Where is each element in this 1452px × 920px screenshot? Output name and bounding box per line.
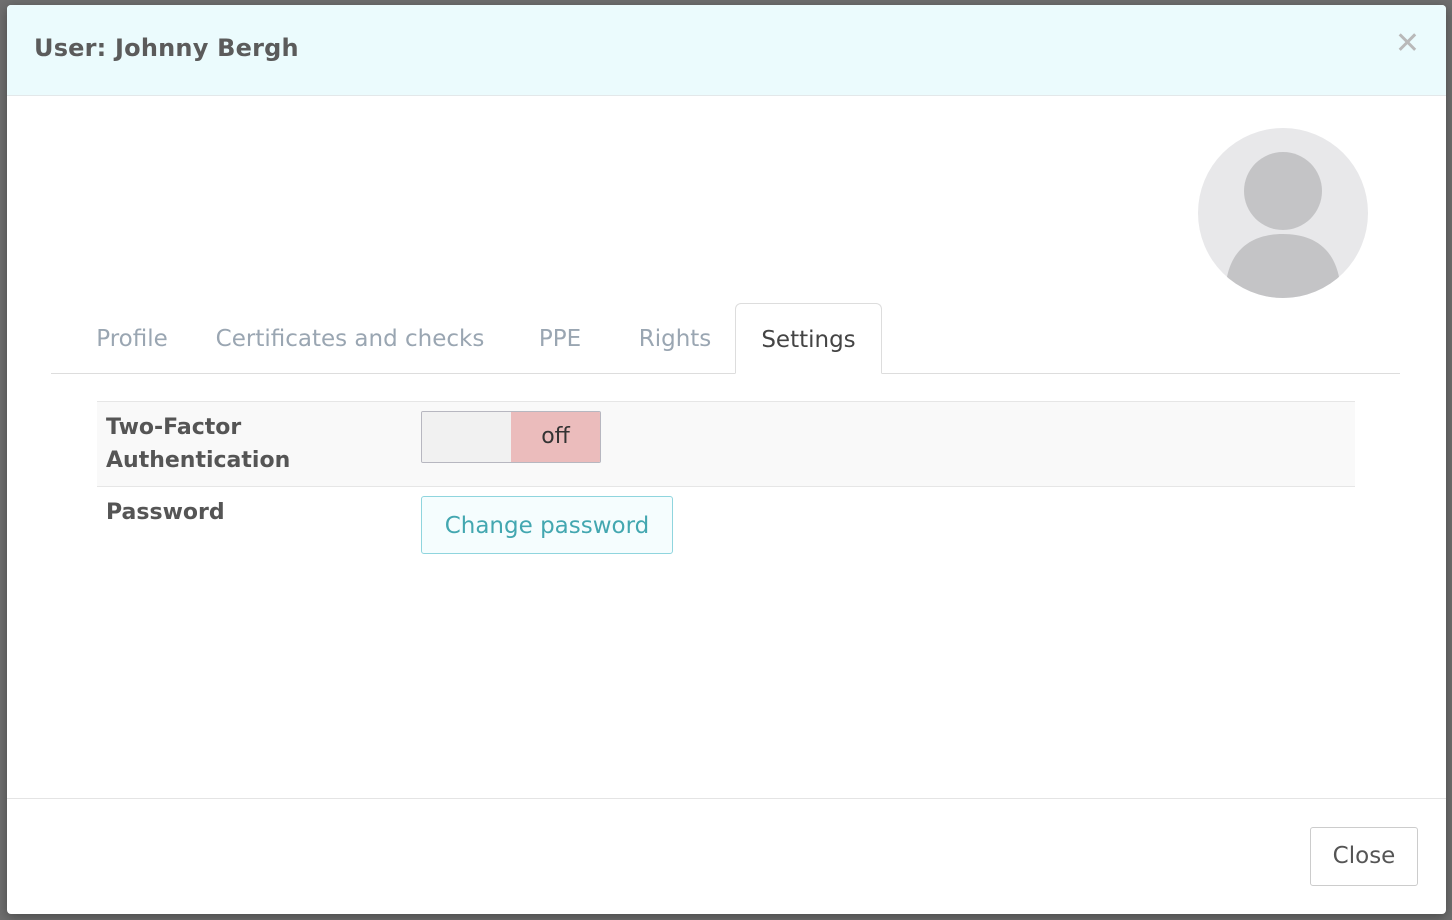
user-avatar-icon <box>1198 128 1368 298</box>
two-factor-label: Two-Factor Authentication <box>106 415 291 473</box>
close-button[interactable]: Close <box>1310 827 1418 886</box>
modal-header: User: Johnny Bergh ✕ <box>7 5 1446 96</box>
close-icon[interactable]: ✕ <box>1395 29 1420 59</box>
user-modal: User: Johnny Bergh ✕ Profile Certificate… <box>7 5 1446 914</box>
toggle-handle[interactable] <box>422 412 511 462</box>
tab-profile[interactable]: Profile <box>59 303 205 373</box>
tab-bar: Profile Certificates and checks PPE Righ… <box>51 303 1400 374</box>
toggle-off-label: off <box>511 412 600 462</box>
settings-row-password: Password Change password <box>97 487 1355 567</box>
tab-settings[interactable]: Settings <box>735 303 882 374</box>
settings-table: Two-Factor Authentication off Password C… <box>97 401 1355 567</box>
tab-ppe[interactable]: PPE <box>513 303 607 373</box>
tab-certificates-and-checks[interactable]: Certificates and checks <box>205 303 495 373</box>
two-factor-toggle[interactable]: off <box>421 411 601 463</box>
change-password-button[interactable]: Change password <box>421 496 673 554</box>
modal-footer: Close <box>7 798 1446 914</box>
tab-rights[interactable]: Rights <box>621 303 729 373</box>
modal-title: User: Johnny Bergh <box>34 34 299 62</box>
password-label: Password <box>106 500 225 525</box>
settings-row-two-factor: Two-Factor Authentication off <box>97 401 1355 487</box>
